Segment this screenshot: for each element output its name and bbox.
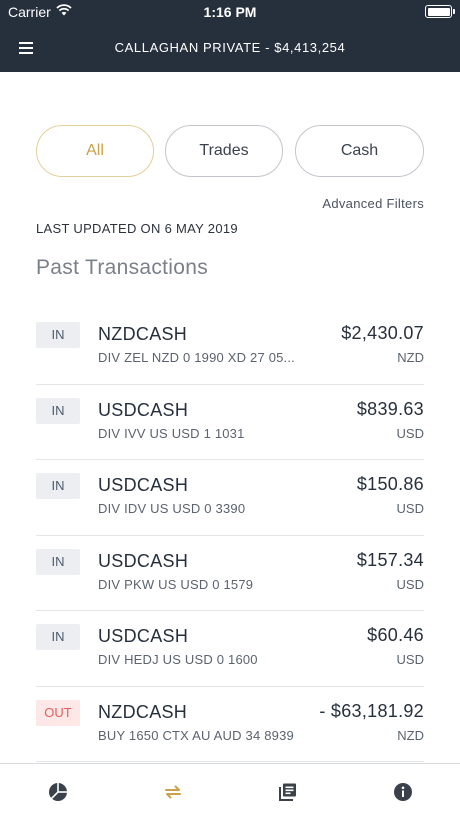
transaction-row[interactable]: IN USDCASH DIV PKW US USD 0 1579 $157.34… [36, 536, 424, 611]
pie-chart-icon [48, 782, 68, 802]
transaction-row[interactable]: IN NZDCASH DIV ZEL NZD 0 1990 XD 27 05..… [36, 309, 424, 385]
transaction-amount: $150.86 [356, 474, 424, 494]
filter-all-button[interactable]: All [36, 125, 154, 177]
transaction-amount: - $63,181.92 [319, 700, 424, 721]
transaction-symbol: USDCASH [98, 399, 189, 420]
filter-cash-button[interactable]: Cash [295, 125, 424, 177]
transaction-description: DIV HEDJ US USD 0 1600 [98, 652, 258, 667]
transaction-description: DIV IVV US USD 1 1031 [98, 425, 245, 441]
status-bar: Carrier 1:16 PM [0, 0, 460, 24]
filter-segment: All Trades Cash [36, 125, 424, 177]
section-title: Past Transactions [36, 256, 209, 279]
tab-bar [0, 763, 460, 818]
transaction-symbol: NZDCASH [98, 701, 188, 722]
transactions-list: IN NZDCASH DIV ZEL NZD 0 1990 XD 27 05..… [36, 309, 424, 763]
transaction-amount: $839.63 [356, 398, 424, 419]
transaction-currency: USD [396, 425, 424, 441]
transaction-row[interactable]: IN USDCASH DIV IVV US USD 1 1031 $839.63… [36, 385, 424, 460]
direction-badge: IN [36, 473, 80, 499]
transaction-description: DIV IDV US USD 0 3390 [98, 501, 246, 516]
transaction-amount: $60.46 [367, 625, 424, 645]
transfer-arrows-icon [163, 782, 183, 802]
transaction-row[interactable]: IN USDCASH DIV IDV US USD 0 3390 $150.86… [36, 460, 424, 536]
filter-trades-button[interactable]: Trades [165, 125, 283, 177]
direction-badge: IN [36, 322, 80, 348]
transaction-symbol: USDCASH [98, 475, 189, 495]
tab-documents[interactable] [230, 764, 345, 818]
transaction-row[interactable]: IN USDCASH DIV HEDJ US USD 0 1600 $60.46… [36, 611, 424, 687]
direction-badge: OUT [36, 699, 80, 726]
transaction-currency: USD [396, 652, 424, 667]
last-updated-label: LAST UPDATED ON 6 MAY 2019 [36, 221, 238, 236]
transaction-description: DIV PKW US USD 0 1579 [98, 576, 254, 592]
transaction-symbol: USDCASH [98, 626, 189, 646]
transaction-row[interactable]: OUT NZDCASH BUY 1650 CTX AU AUD 34 8939 … [36, 687, 424, 762]
transaction-amount: $157.34 [356, 549, 424, 570]
transaction-currency: USD [396, 501, 424, 516]
documents-icon [278, 782, 298, 802]
transaction-symbol: USDCASH [98, 550, 189, 571]
nav-bar: CALLAGHAN PRIVATE - $4,413,254 [0, 24, 460, 72]
tab-info[interactable] [345, 764, 460, 818]
direction-badge: IN [36, 397, 80, 424]
transaction-symbol: NZDCASH [98, 324, 188, 344]
tab-transactions[interactable] [115, 764, 230, 818]
transaction-currency: NZD [397, 727, 424, 743]
info-icon [393, 782, 413, 802]
direction-badge: IN [36, 624, 80, 650]
transaction-currency: USD [396, 576, 424, 592]
transaction-description: DIV ZEL NZD 0 1990 XD 27 05... [98, 350, 295, 365]
transaction-description: BUY 1650 CTX AU AUD 34 8939 [98, 727, 294, 743]
advanced-filters-link[interactable]: Advanced Filters [322, 196, 424, 211]
status-time: 1:16 PM [203, 4, 257, 20]
page-title: CALLAGHAN PRIVATE - $4,413,254 [114, 40, 346, 55]
tab-portfolio[interactable] [0, 764, 115, 818]
transaction-currency: NZD [397, 350, 424, 365]
direction-badge: IN [36, 548, 80, 575]
transaction-amount: $2,430.07 [341, 323, 424, 343]
battery-icon [425, 5, 455, 18]
